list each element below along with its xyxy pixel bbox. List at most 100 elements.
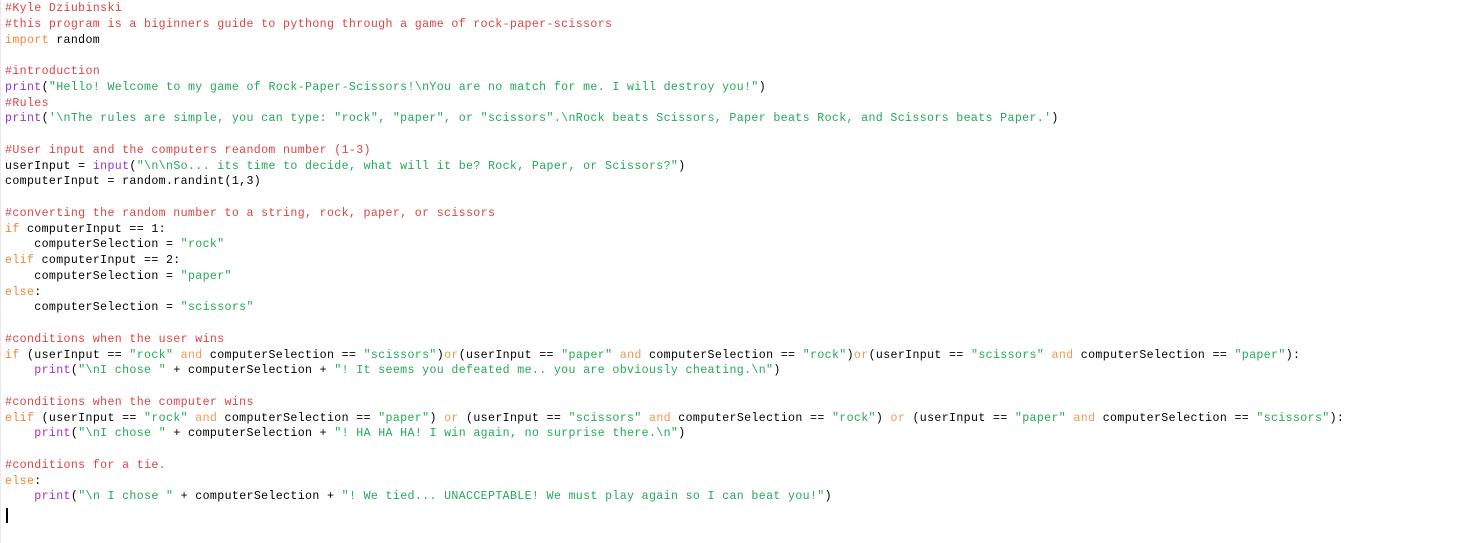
token-string: "! We tied... UNACCEPTABLE! We must play… bbox=[341, 490, 825, 504]
token-operator: and bbox=[619, 348, 642, 362]
token-keyword: if bbox=[5, 222, 20, 236]
code-line: #converting the random number to a strin… bbox=[5, 206, 1344, 222]
code-line: ​ bbox=[5, 379, 1344, 395]
token-comment: #Kyle Dziubinski bbox=[5, 2, 123, 15]
token-comment: #conditions for a tie. bbox=[5, 458, 166, 472]
code-line: ​ bbox=[5, 190, 1344, 206]
token-plain: ( bbox=[41, 80, 49, 94]
token-plain: ) bbox=[773, 364, 781, 378]
token-plain: computerSelection == bbox=[641, 348, 803, 362]
token-plain: + computerSelection + bbox=[166, 427, 335, 441]
token-operator: and bbox=[649, 411, 671, 425]
code-line: print("Hello! Welcome to my game of Rock… bbox=[5, 80, 1344, 96]
token-operator: and bbox=[195, 411, 218, 425]
token-string: "paper" bbox=[180, 269, 232, 283]
code-editor[interactable]: #Kyle Dziubinski #this program is a bigin… bbox=[0, 0, 1481, 543]
token-plain: + computerSelection + bbox=[166, 364, 335, 378]
token-string: "scissors" bbox=[971, 348, 1045, 362]
token-keyword: else bbox=[5, 285, 35, 299]
token-string: "rock" bbox=[180, 238, 225, 252]
token-string: '\nThe rules are simple, you can type: "… bbox=[48, 112, 1052, 126]
token-keyword: else bbox=[5, 474, 35, 488]
token-plain: computerInput == 2: bbox=[34, 254, 181, 267]
token-comment: #User input and the computers reandom nu… bbox=[5, 143, 371, 157]
token-string: "paper" bbox=[1014, 411, 1067, 425]
token-plain: random bbox=[48, 33, 101, 47]
code-line: computerSelection = "rock" bbox=[5, 237, 1344, 253]
code-line: ​ bbox=[5, 48, 1344, 64]
token-plain: ( bbox=[41, 112, 49, 126]
token-plain: : bbox=[34, 474, 42, 488]
token-plain: ) bbox=[678, 159, 686, 173]
token-string: "rock" bbox=[144, 411, 188, 425]
token-builtin: input bbox=[92, 159, 130, 173]
code-line: ​ bbox=[5, 316, 1344, 332]
token-keyword: if bbox=[5, 348, 20, 362]
code-line: ​ bbox=[5, 442, 1344, 458]
code-line: ​ bbox=[5, 505, 1344, 521]
token-plain: ) bbox=[1051, 112, 1059, 126]
token-string: "\n I chose " bbox=[78, 490, 174, 504]
code-line: #User input and the computers reandom nu… bbox=[5, 143, 1344, 159]
token-builtin: print bbox=[5, 112, 42, 126]
token-plain: computerSelection == bbox=[217, 411, 379, 425]
token-plain: (userInput == bbox=[905, 411, 1015, 425]
token-comment: #introduction bbox=[5, 65, 101, 78]
token-plain: ) bbox=[824, 490, 832, 504]
token-builtin: print bbox=[34, 427, 71, 441]
token-plain: ) bbox=[429, 411, 445, 425]
token-operator: and bbox=[1051, 348, 1074, 362]
code-line: elif (userInput == "rock" and computerSe… bbox=[5, 411, 1344, 427]
token-comment: #converting the random number to a strin… bbox=[5, 206, 496, 220]
token-keyword: import bbox=[5, 33, 49, 47]
token-comment: #Rules bbox=[5, 96, 49, 110]
code-line: #conditions when the user wins bbox=[5, 332, 1344, 348]
token-plain: computerSelection = bbox=[5, 238, 181, 252]
token-plain: (userInput == bbox=[34, 411, 145, 425]
code-text-area[interactable]: #Kyle Dziubinski #this program is a bigin… bbox=[5, 1, 1344, 521]
token-operator: or bbox=[890, 411, 906, 425]
token-plain: computerSelection = bbox=[5, 301, 181, 315]
token-plain: computerInput == 1: bbox=[19, 222, 166, 236]
code-line: computerSelection = "paper" bbox=[5, 269, 1344, 285]
token-string: "paper" bbox=[1234, 348, 1286, 362]
token-string: "\n\nSo... its time to decide, what will… bbox=[136, 159, 679, 173]
token-string: "paper" bbox=[378, 411, 430, 425]
token-plain: ) bbox=[436, 348, 445, 362]
code-line: elif computerInput == 2: bbox=[5, 253, 1344, 269]
token-operator: or bbox=[853, 348, 869, 362]
code-line: import random bbox=[5, 33, 1344, 49]
token-string: "scissors" bbox=[180, 301, 254, 315]
token-plain: computerInput = random.randint(1,3) bbox=[5, 175, 262, 189]
token-plain: computerSelection == bbox=[1073, 348, 1235, 362]
code-line: print("\nI chose " + computerSelection +… bbox=[5, 363, 1344, 379]
code-line: print('\nThe rules are simple, you can t… bbox=[5, 111, 1344, 127]
code-line: #Kyle Dziubinski bbox=[5, 1, 1344, 17]
token-plain: ) bbox=[846, 348, 854, 362]
token-plain: ) bbox=[678, 427, 686, 441]
token-string: "scissors" bbox=[1256, 411, 1330, 425]
token-string: "scissors" bbox=[363, 348, 437, 362]
token-plain: (userInput == bbox=[458, 348, 562, 362]
token-plain: (userInput == bbox=[868, 348, 972, 362]
token-string: "scissors" bbox=[568, 411, 642, 425]
token-builtin: print bbox=[34, 490, 71, 504]
token-plain: ) bbox=[875, 411, 891, 425]
token-string: "rock" bbox=[802, 348, 847, 362]
token-string: "rock" bbox=[831, 411, 876, 425]
token-comment: #conditions when the user wins bbox=[5, 332, 225, 346]
token-plain: userInput = bbox=[5, 159, 93, 173]
token-builtin: print bbox=[34, 364, 71, 378]
code-line: print("\n I chose " + computerSelection … bbox=[5, 489, 1344, 505]
token-operator: or bbox=[444, 411, 459, 425]
token-plain: (userInput == bbox=[19, 348, 130, 362]
token-plain: + computerSelection + bbox=[173, 490, 342, 504]
token-string: "\nI chose " bbox=[78, 364, 167, 378]
code-line: else: bbox=[5, 285, 1344, 301]
